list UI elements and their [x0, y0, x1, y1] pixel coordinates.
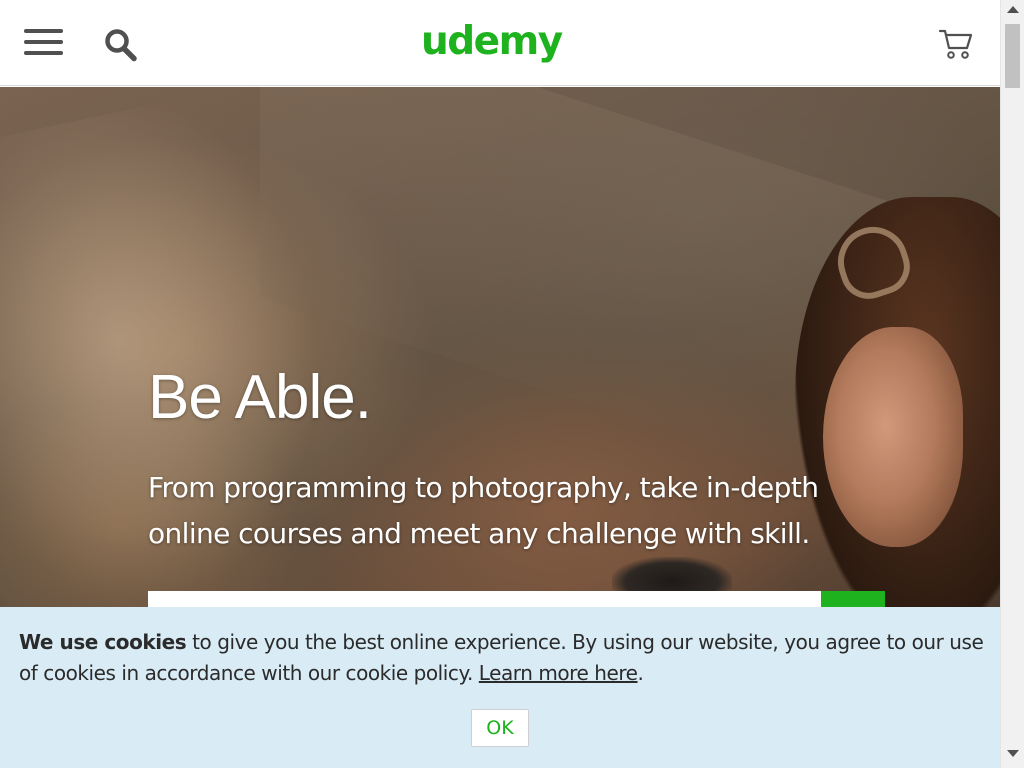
cookie-bold-text: We use cookies	[19, 630, 187, 654]
hero-banner: Be Able. From programming to photography…	[0, 87, 1000, 607]
cookie-message: We use cookies to give you the best onli…	[19, 627, 989, 689]
scroll-thumb[interactable]	[1005, 24, 1020, 88]
hamburger-menu-icon[interactable]	[24, 29, 63, 57]
cookie-ok-button[interactable]: OK	[471, 709, 529, 747]
header: udemy	[0, 0, 1000, 86]
hero-subtitle: From programming to photography, take in…	[148, 471, 819, 550]
learn-more-link[interactable]: Learn more here	[479, 661, 638, 685]
scroll-down-arrow-icon[interactable]	[1007, 750, 1019, 757]
course-search-input[interactable]	[148, 591, 821, 607]
scroll-up-arrow-icon[interactable]	[1007, 6, 1019, 13]
cookie-banner: We use cookies to give you the best onli…	[0, 607, 1000, 768]
cookie-trailing-text: .	[637, 661, 644, 685]
cart-icon[interactable]	[938, 26, 974, 62]
udemy-logo[interactable]: udemy	[421, 12, 563, 72]
search-icon[interactable]	[104, 27, 138, 63]
vertical-scrollbar[interactable]	[1000, 0, 1024, 768]
course-search-button[interactable]	[821, 591, 885, 607]
hero-title: Be Able.	[148, 363, 372, 432]
